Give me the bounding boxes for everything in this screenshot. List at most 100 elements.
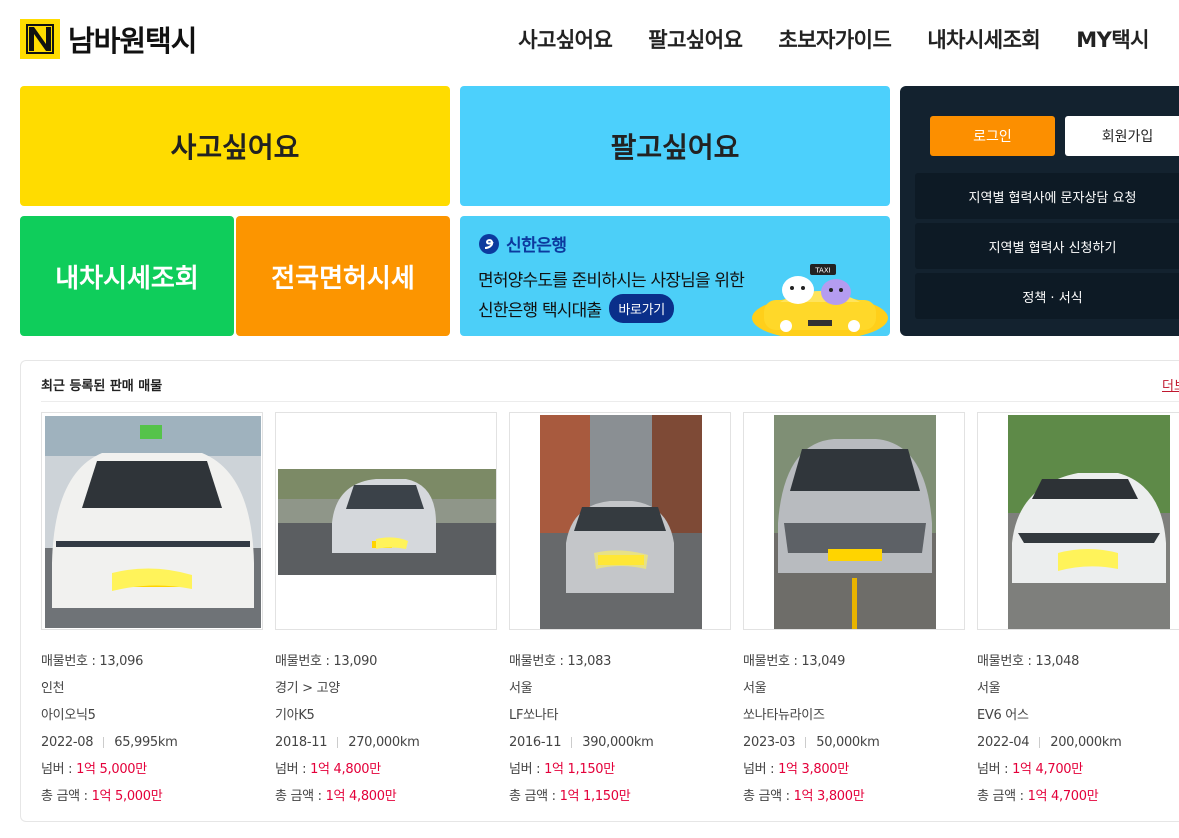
car-photo	[41, 412, 263, 630]
shinhan-logo-icon	[479, 233, 499, 254]
total-price: 1억 4,700만	[1027, 789, 1099, 804]
total-label: 총 금액 :	[41, 789, 92, 804]
nav-my-taxi[interactable]: MY택시	[1076, 24, 1149, 54]
number-price: 1억 4,800만	[310, 762, 381, 777]
spec-divider	[103, 737, 105, 748]
banner-line2: 신한은행 택시대출 바로가기	[478, 294, 674, 323]
logo-n-icon	[20, 19, 60, 59]
listing-number-price: 넘버 : 1억 4,700만	[977, 756, 1179, 783]
car-photo	[509, 412, 731, 630]
nav-buy[interactable]: 사고싶어요	[518, 24, 613, 54]
tile-price-lookup[interactable]: 내차시세조회	[20, 216, 234, 336]
total-price: 1억 4,800만	[325, 789, 397, 804]
spec-divider	[1039, 737, 1041, 748]
listing-meta: 매물번호 : 13,049 서울 쏘나타뉴라이즈 2023-03 50,000km…	[743, 648, 965, 810]
listing-number-price: 넘버 : 1억 5,000만	[41, 756, 263, 783]
car-photo	[977, 412, 1179, 630]
listing-specs: 2023-03 50,000km	[743, 729, 965, 756]
listing-number-price: 넘버 : 1억 3,800만	[743, 756, 965, 783]
listing-date: 2023-03	[743, 735, 796, 750]
brand-logo[interactable]: 남바원택시	[20, 18, 197, 60]
listing-number-price: 넘버 : 1억 4,800만	[275, 756, 497, 783]
listing-id: 매물번호 : 13,048	[977, 654, 1080, 669]
more-link[interactable]: 더보	[1162, 375, 1179, 394]
taxi-sign: TAXI	[814, 267, 830, 275]
listings-title: 최근 등록된 판매 매물	[41, 379, 163, 394]
listing-date: 2018-11	[275, 735, 328, 750]
bank-name: 신한은행	[506, 236, 567, 256]
listing-region: 서울	[743, 681, 767, 696]
listing-card[interactable]: 매물번호 : 13,049 서울 쏘나타뉴라이즈 2023-03 50,000km…	[743, 412, 965, 810]
banner-line1: 면허양수도를 준비하시는 사장님을 위한	[478, 271, 745, 291]
total-price: 1억 3,800만	[793, 789, 865, 804]
listing-card[interactable]: 매물번호 : 13,048 서울 EV6 어스 2022-04 200,000km…	[977, 412, 1179, 810]
listing-specs: 2016-11 390,000km	[509, 729, 731, 756]
listing-km: 270,000km	[348, 735, 420, 750]
listing-card[interactable]: 매물번호 : 13,090 경기 > 고양 기아K5 2018-11 270,00…	[275, 412, 497, 810]
main-nav: 사고싶어요 팔고싶어요 초보자가이드 내차시세조회 MY택시	[518, 24, 1149, 54]
car-photo	[275, 412, 497, 630]
total-label: 총 금액 :	[509, 789, 560, 804]
brand-name: 남바원택시	[68, 24, 197, 58]
shinhan-loan-banner[interactable]: 신한은행 면허양수도를 준비하시는 사장님을 위한 신한은행 택시대출 바로가기…	[460, 216, 890, 336]
total-label: 총 금액 :	[743, 789, 794, 804]
site-header: 남바원택시 사고싶어요 팔고싶어요 초보자가이드 내차시세조회 MY택시	[0, 0, 1179, 80]
listing-region: 서울	[509, 681, 533, 696]
number-label: 넘버 :	[41, 762, 77, 777]
listing-total-price: 총 금액 : 1억 3,800만	[743, 783, 965, 810]
listing-region: 인천	[41, 681, 65, 696]
number-label: 넘버 :	[743, 762, 779, 777]
listing-id: 매물번호 : 13,090	[275, 654, 378, 669]
nav-price-lookup[interactable]: 내차시세조회	[927, 24, 1040, 54]
listing-date: 2016-11	[509, 735, 562, 750]
banner-go-button[interactable]: 바로가기	[609, 294, 674, 323]
listing-meta: 매물번호 : 13,096 인천 아이오닉5 2022-08 65,995km 넘…	[41, 648, 263, 810]
listing-model: 기아K5	[275, 708, 315, 723]
listing-total-price: 총 금액 : 1억 4,700만	[977, 783, 1179, 810]
number-price: 1억 3,800만	[778, 762, 849, 777]
listing-specs: 2022-04 200,000km	[977, 729, 1179, 756]
divider	[41, 401, 1179, 402]
tile-license-price[interactable]: 전국면허시세	[236, 216, 450, 336]
login-button[interactable]: 로그인	[930, 116, 1055, 156]
number-price: 1억 5,000만	[76, 762, 147, 777]
number-label: 넘버 :	[275, 762, 311, 777]
listing-total-price: 총 금액 : 1억 1,150만	[509, 783, 731, 810]
listing-number-price: 넘버 : 1억 1,150만	[509, 756, 731, 783]
total-label: 총 금액 :	[977, 789, 1028, 804]
listing-model: LF쏘나타	[509, 708, 559, 723]
listing-card[interactable]: 매물번호 : 13,096 인천 아이오닉5 2022-08 65,995km 넘…	[41, 412, 263, 810]
listing-km: 50,000km	[816, 735, 880, 750]
listing-id: 매물번호 : 13,096	[41, 654, 144, 669]
taxi-illustration-icon: TAXI	[752, 264, 888, 336]
total-price: 1억 1,150만	[559, 789, 631, 804]
listing-meta: 매물번호 : 13,090 경기 > 고양 기아K5 2018-11 270,00…	[275, 648, 497, 810]
listing-total-price: 총 금액 : 1억 4,800만	[275, 783, 497, 810]
listing-region: 경기 > 고양	[275, 681, 340, 696]
listing-model: 아이오닉5	[41, 708, 96, 723]
partner-apply-link[interactable]: 지역별 협력사 신청하기	[915, 223, 1179, 269]
spec-divider	[337, 737, 339, 748]
listing-km: 200,000km	[1050, 735, 1122, 750]
listing-id: 매물번호 : 13,049	[743, 654, 846, 669]
spec-divider	[571, 737, 573, 748]
tile-sell[interactable]: 팔고싶어요	[460, 86, 890, 206]
sms-consult-link[interactable]: 지역별 협력사에 문자상담 요청	[915, 173, 1179, 219]
join-button[interactable]: 회원가입	[1065, 116, 1179, 156]
listing-meta: 매물번호 : 13,048 서울 EV6 어스 2022-04 200,000km…	[977, 648, 1179, 810]
listing-meta: 매물번호 : 13,083 서울 LF쏘나타 2016-11 390,000km …	[509, 648, 731, 810]
member-panel: 로그인 회원가입 지역별 협력사에 문자상담 요청 지역별 협력사 신청하기 정…	[900, 86, 1179, 336]
listing-model: EV6 어스	[977, 708, 1029, 723]
bank-logo: 신한은행	[478, 231, 567, 256]
total-label: 총 금액 :	[275, 789, 326, 804]
listing-region: 서울	[977, 681, 1001, 696]
nav-sell[interactable]: 팔고싶어요	[648, 24, 743, 54]
policy-forms-link[interactable]: 정책 · 서식	[915, 273, 1179, 319]
spec-divider	[805, 737, 807, 748]
total-price: 1억 5,000만	[91, 789, 163, 804]
number-label: 넘버 :	[977, 762, 1013, 777]
nav-guide[interactable]: 초보자가이드	[778, 24, 891, 54]
tile-buy[interactable]: 사고싶어요	[20, 86, 450, 206]
listing-km: 65,995km	[114, 735, 178, 750]
listing-card[interactable]: 매물번호 : 13,083 서울 LF쏘나타 2016-11 390,000km …	[509, 412, 731, 810]
